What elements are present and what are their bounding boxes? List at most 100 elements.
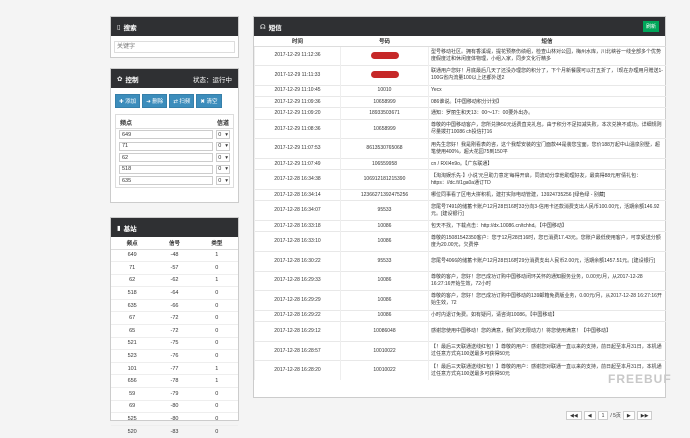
sms-number-cell: 12366271392475256 [340,189,429,201]
sms-number-cell: 10086 [340,231,429,252]
sms-text: 通知：罗丽生和天13：00～17：00要外出办。 [428,107,666,120]
sms-text: 【淘淘娱乐先·】小说'元旦助力意定'每得开启，同流动分享他助理好友，最高得88元… [428,169,666,190]
sms-text: 尊敬的客户，您好！您已成功订购中国移动的139邮箱免费版业务，0.00元/月，从… [428,290,666,311]
table-cell: 0 [195,311,238,325]
sms-text: 086谁说。【中国移动积分计划】 [428,96,666,108]
prev-page-button[interactable]: ◀ [583,411,596,420]
frequency-input[interactable]: 62 [119,153,214,163]
table-cell: 1 [195,361,238,375]
table-row: 65 -72 0 [111,324,238,338]
scan-button[interactable]: ⇄ 扫频 [169,94,195,108]
mobile-icon: ▯ [117,23,121,31]
add-button[interactable]: ✚ 添加 [115,94,141,108]
table-row: 101 -77 1 [111,361,238,375]
sms-number: 10086 [377,277,392,284]
search-input[interactable] [114,41,235,53]
table-cell: 62 [111,273,154,287]
sms-time: 2017-12-28 16:34:07 [254,200,341,221]
sms-row: 2017-12-29 11:07:53 8613530765068 用先生您好！我是… [254,138,666,159]
table-cell: 1 [195,273,238,287]
table-row: 525 -80 0 [111,412,238,426]
frequency-row: 518 0 ▾ [116,164,233,176]
sms-row: 2017-12-28 16:29:33 10086 尊敬的客户，您好！您已成功订购中… [254,270,666,291]
page-total: / 5页 [610,413,621,419]
sms-time: 2017-12-28 16:29:29 [254,290,341,311]
table-cell: 67 [111,311,154,325]
delete-button[interactable]: ➜ 删除 [142,94,168,108]
sms-number-cell: 106559958 [340,158,429,170]
table-cell: -75 [153,336,196,350]
table-cell: 0 [195,349,238,363]
headset-icon: ☊ [260,23,266,31]
sms-time: 2017-12-29 11:10:45 [254,84,341,97]
table-cell: -78 [153,374,196,388]
search-panel: ▯ 搜索 [110,16,239,58]
table-row: 649 -48 1 [111,248,238,262]
sms-number: 10010022 [373,347,396,354]
frequency-row: 62 0 ▾ [116,152,233,164]
next-page-button[interactable]: ▶ [622,411,635,420]
sms-time: 2017-12-28 16:29:33 [254,270,341,291]
col-freq: 频点 [120,121,133,127]
table-cell: -83 [153,424,196,438]
sms-number: 10658999 [373,125,396,132]
channel-select[interactable]: 0 ▾ [216,176,230,186]
sms-row: 2017-12-28 16:28:20 10010022 【！最后三天联通送线红包！… [254,360,666,381]
table-row: 656 -78 1 [111,374,238,388]
control-buttons: ✚ 添加 ➜ 删除 ⇄ 扫频 ✖ 清空 [111,88,238,114]
table-cell: -80 [153,399,196,413]
frequency-input[interactable]: 518 [119,164,214,174]
sms-row: 2017-12-28 16:30:22 95533 您尾号4066的储蓄卡账户12月… [254,251,666,272]
control-panel-header: ✿ 控制 状态：运行中 [111,69,238,88]
channel-select[interactable]: 0 ▾ [216,141,230,151]
sms-row: 2017-12-29 11:08:36 10658999 尊敬的中国移动客户，您所兑… [254,118,666,139]
sms-text: 感谢您使用中国移动！您的满意，我们的无限动力！将您使用满意！【中国移动】 [428,321,666,342]
sms-time: 2017-12-29 11:09:20 [254,107,341,120]
status-text: 状态：运行中 [193,76,232,84]
table-cell: 525 [111,412,154,426]
baseband-panel: ▮ 基站 频点 信号 类型 649 -48 1 71 -57 0 62 -62 1 518 -64 0… [110,217,239,438]
caret-down-icon: ▾ [225,143,228,150]
table-cell: 518 [111,286,154,300]
caret-down-icon: ▾ [225,166,228,173]
refresh-button[interactable]: 刷新 [642,21,659,32]
table-cell: 649 [111,248,154,262]
table-row: 62 -62 1 [111,273,238,287]
page-input[interactable]: 1 [597,411,609,420]
frequency-table-header: 频点 信道 [116,115,233,129]
sms-row: 2017-12-29 11:09:20 18933503671 通知：罗丽生和天13… [254,107,666,120]
clear-button[interactable]: ✖ 清空 [196,94,222,108]
sms-text: 您尾号7491的储蓄卡账户12月28日16时33分向3-信用卡还款消费支出人民币… [428,200,666,221]
channel-select[interactable]: 0 ▾ [216,164,230,174]
channel-select[interactable]: 0 ▾ [216,153,230,163]
sms-number-cell: 10010022 [340,340,429,361]
sms-number-cell: 106912181215390 [340,169,429,190]
sms-panel-header: ☊ 短信 刷新 [254,17,665,36]
table-row: 71 -57 0 [111,261,238,275]
first-page-button[interactable]: ◀◀ [566,411,582,420]
last-page-button[interactable]: ▶▶ [636,411,653,420]
control-title: 控制 [125,76,139,84]
frequency-input[interactable]: 71 [119,141,214,151]
col-signal: 信号 [153,237,196,250]
sms-number: 10658999 [373,98,396,105]
sms-number: 10086 [377,238,392,245]
sms-row: 2017-12-28 16:29:12 10086048 感谢您使用中国移动！您的满… [254,321,666,342]
sms-number-cell: 95533 [340,200,429,221]
channel-select[interactable]: 0 ▾ [216,130,230,140]
sms-row: 2017-12-28 16:34:38 106912181215390 【淘淘娱乐先… [254,169,666,190]
sms-time: 2017-12-29 11:07:53 [254,138,341,159]
sms-row: 2017-12-29 11:10:45 10010 Yecx [254,84,666,97]
frequency-input[interactable]: 649 [119,130,214,140]
sms-row: 2017-12-28 16:33:18 10086 包天不找，下载点击：http:/… [254,219,666,232]
caret-down-icon: ▾ [225,177,228,184]
watermark: FREEBUF [608,372,672,386]
redacted-number [370,51,399,59]
bar-chart-icon: ▮ [117,224,121,232]
frequency-input[interactable]: 635 [119,176,214,186]
sms-panel: ☊ 短信 刷新 时间 号码 短信 2017-12-29 11:12:36 型号移动… [253,16,666,398]
table-cell: -79 [153,387,196,401]
sms-time: 2017-12-29 11:09:36 [254,96,341,108]
table-cell: 0 [195,412,238,426]
frequency-row: 649 0 ▾ [116,129,233,141]
